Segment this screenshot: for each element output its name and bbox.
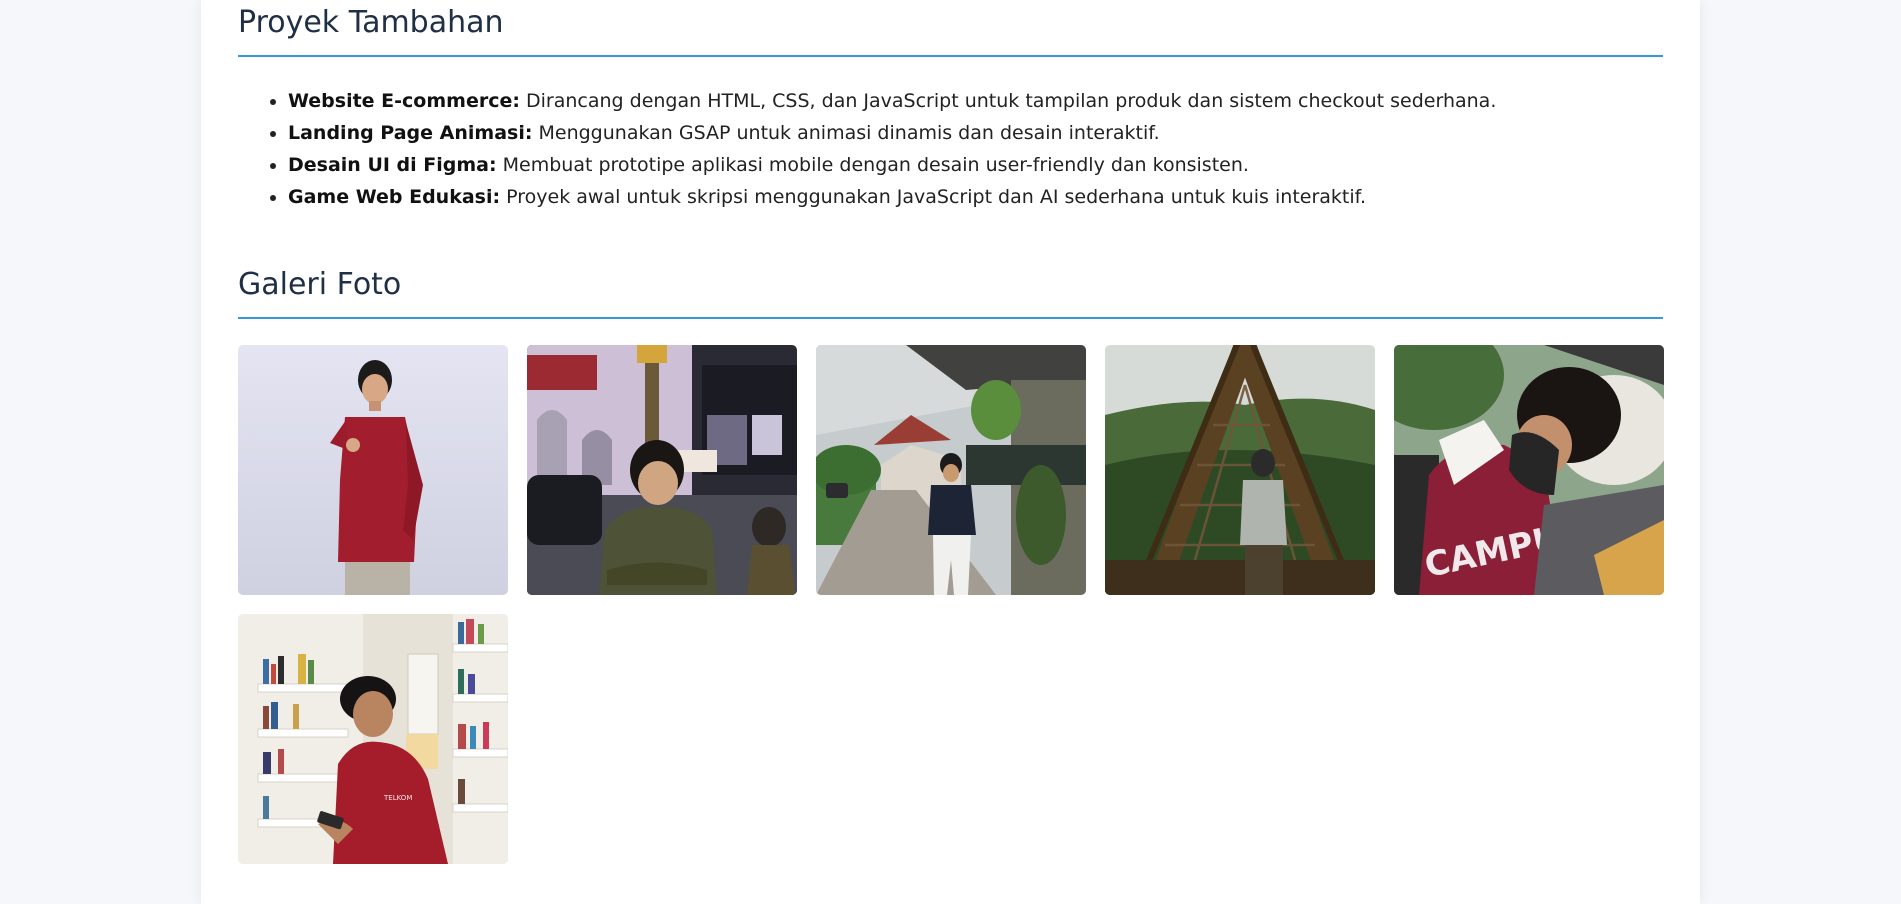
photo-night-street <box>527 345 797 595</box>
photo-gallery: CAMPU TELKOM <box>238 345 1664 864</box>
photo-portrait-red-shirt <box>238 345 508 595</box>
photo-residential-street <box>816 345 1086 595</box>
photo-bamboo-arch <box>1105 345 1375 595</box>
projects-title: Proyek Tambahan <box>238 0 1663 57</box>
svg-text:TELKOM: TELKOM <box>383 794 412 802</box>
projects-section: Proyek Tambahan Website E-commerce: Dira… <box>238 0 1663 213</box>
list-item: Landing Page Animasi: Menggunakan GSAP u… <box>288 117 1663 149</box>
list-item: Website E-commerce: Dirancang dengan HTM… <box>288 85 1663 117</box>
project-name: Game Web Edukasi: <box>288 186 501 208</box>
projects-list: Website E-commerce: Dirancang dengan HTM… <box>238 85 1663 213</box>
gallery-photo-3[interactable] <box>816 345 1086 595</box>
gallery-section: Galeri Foto CAMPU TELKOM <box>238 267 1664 864</box>
project-desc: Proyek awal untuk skripsi menggunakan Ja… <box>506 186 1366 208</box>
photo-library: TELKOM <box>238 614 508 864</box>
project-desc: Membuat prototipe aplikasi mobile dengan… <box>502 154 1249 176</box>
gallery-photo-5[interactable]: CAMPU <box>1394 345 1664 595</box>
gallery-photo-6[interactable]: TELKOM <box>238 614 508 864</box>
project-name: Website E-commerce: <box>288 90 520 112</box>
gallery-photo-2[interactable] <box>527 345 797 595</box>
project-name: Landing Page Animasi: <box>288 122 533 144</box>
main-container: Proyek Tambahan Website E-commerce: Dira… <box>201 0 1700 904</box>
project-desc: Menggunakan GSAP untuk animasi dinamis d… <box>538 122 1160 144</box>
photo-maroon-sweater: CAMPU <box>1394 345 1664 595</box>
list-item: Game Web Edukasi: Proyek awal untuk skri… <box>288 181 1663 213</box>
gallery-title: Galeri Foto <box>238 267 1663 319</box>
content: Proyek Tambahan Website E-commerce: Dira… <box>238 0 1664 864</box>
list-item: Desain UI di Figma: Membuat prototipe ap… <box>288 149 1663 181</box>
project-desc: Dirancang dengan HTML, CSS, dan JavaScri… <box>526 90 1497 112</box>
project-name: Desain UI di Figma: <box>288 154 497 176</box>
gallery-photo-4[interactable] <box>1105 345 1375 595</box>
gallery-photo-1[interactable] <box>238 345 508 595</box>
